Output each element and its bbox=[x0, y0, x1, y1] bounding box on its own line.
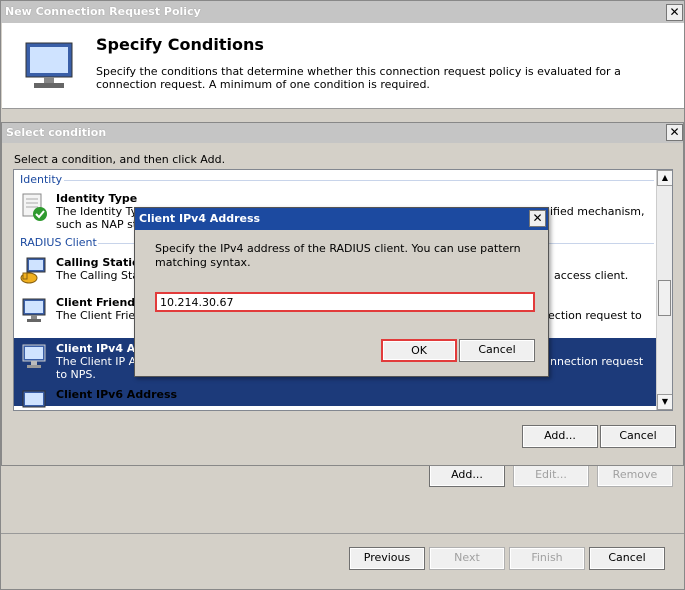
computer-monitor-icon bbox=[25, 42, 73, 88]
scroll-up-icon[interactable]: ▲ bbox=[657, 170, 672, 186]
client-ipv6-title[interactable]: Client IPv6 Address bbox=[56, 388, 177, 401]
client-ipv4-cancel-button[interactable]: Cancel bbox=[459, 339, 535, 362]
scroll-thumb[interactable] bbox=[658, 280, 671, 316]
client-ipv4-dialog-close-icon[interactable]: ✕ bbox=[529, 210, 546, 227]
group-label-radius-client: RADIUS Client bbox=[20, 236, 97, 249]
client-friendly-desc-1: The Client Frien bbox=[56, 309, 143, 322]
select-condition-titlebar: Select condition bbox=[2, 123, 683, 143]
client-ipv4-instructions: Specify the IPv4 address of the RADIUS c… bbox=[155, 242, 521, 269]
wizard-remove-button[interactable]: Remove bbox=[597, 464, 673, 487]
calling-station-desc-right: access client. bbox=[554, 269, 629, 282]
wizard-close-icon[interactable]: ✕ bbox=[666, 4, 683, 21]
identity-type-desc-2: such as NAP sta bbox=[56, 218, 144, 231]
scroll-down-icon[interactable]: ▼ bbox=[657, 394, 672, 410]
select-condition-cancel-button[interactable]: Cancel bbox=[600, 425, 676, 448]
group-label-identity: Identity bbox=[20, 173, 63, 186]
select-condition-prompt: Select a condition, and then click Add. bbox=[14, 153, 226, 166]
identity-type-desc-1: The Identity Typ bbox=[56, 205, 145, 218]
select-condition-title: Select condition bbox=[6, 126, 107, 139]
ok-button[interactable]: OK bbox=[381, 339, 457, 362]
condition-list-scrollbar[interactable]: ▲ ▼ bbox=[656, 170, 672, 410]
group-divider bbox=[64, 180, 654, 181]
wizard-cancel-button[interactable]: Cancel bbox=[589, 547, 665, 570]
select-condition-add-button[interactable]: Add... bbox=[522, 425, 598, 448]
wizard-edit-button[interactable]: Edit... bbox=[513, 464, 589, 487]
identity-type-desc-right: ified mechanism, bbox=[550, 205, 645, 218]
previous-button[interactable]: Previous bbox=[349, 547, 425, 570]
identity-type-icon bbox=[22, 193, 47, 221]
client-friendly-icon bbox=[22, 298, 46, 322]
wizard-header: Specify Conditions Specify the condition… bbox=[2, 23, 684, 109]
next-button[interactable]: Next bbox=[429, 547, 505, 570]
client-ipv6-icon bbox=[22, 390, 46, 408]
client-friendly-desc-right: ection request to bbox=[548, 309, 642, 322]
calling-station-icon bbox=[20, 257, 46, 284]
wizard-titlebar: New Connection Request Policy bbox=[1, 1, 684, 23]
client-ipv4-dialog: Client IPv4 Address ✕ Specify the IPv4 a… bbox=[134, 207, 549, 377]
identity-type-title[interactable]: Identity Type bbox=[56, 192, 137, 205]
wizard-description: Specify the conditions that determine wh… bbox=[96, 65, 621, 91]
client-friendly-title[interactable]: Client Friendly bbox=[56, 296, 146, 309]
wizard-heading: Specify Conditions bbox=[96, 35, 264, 54]
ipv4-address-input[interactable]: 10.214.30.67 bbox=[155, 292, 535, 312]
select-condition-close-icon[interactable]: ✕ bbox=[666, 124, 683, 141]
finish-button[interactable]: Finish bbox=[509, 547, 585, 570]
wizard-add-button[interactable]: Add... bbox=[429, 464, 505, 487]
client-ipv4-icon bbox=[22, 344, 46, 368]
client-ipv4-dialog-title: Client IPv4 Address bbox=[139, 212, 261, 225]
client-ipv4-desc-right: nnection request bbox=[550, 355, 644, 368]
wizard-title: New Connection Request Policy bbox=[5, 5, 201, 18]
client-ipv4-dialog-titlebar: Client IPv4 Address bbox=[135, 208, 548, 230]
wizard-divider bbox=[1, 533, 684, 534]
calling-station-desc-1: The Calling Stat bbox=[56, 269, 144, 282]
client-ipv4-desc-1: The Client IP Ad bbox=[56, 355, 143, 368]
client-ipv4-desc-2: to NPS. bbox=[56, 368, 96, 381]
